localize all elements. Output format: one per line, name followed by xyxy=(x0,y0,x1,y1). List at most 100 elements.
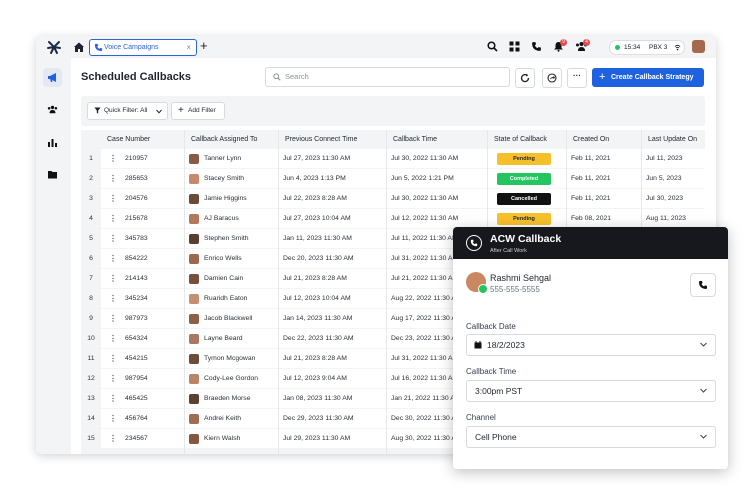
new-tab-button[interactable]: + xyxy=(200,38,208,54)
sidebar-item-reports[interactable] xyxy=(43,133,62,152)
filter-icon xyxy=(94,107,101,114)
cell-created: Feb 11, 2021 xyxy=(571,155,611,162)
row-menu-icon[interactable]: ⋮ xyxy=(109,289,117,309)
cell-prev: Jul 22, 2023 8:28 AM xyxy=(283,195,347,202)
cell-case: 456764 xyxy=(125,415,148,422)
cell-cb: Jul 16, 2022 11:30 AM xyxy=(391,375,459,382)
row-menu-icon[interactable]: ⋮ xyxy=(109,369,117,389)
tab-close-icon[interactable]: × xyxy=(186,40,191,55)
call-button[interactable] xyxy=(690,273,716,297)
status-pill[interactable]: 15:34 PBX 3 xyxy=(609,40,685,55)
cell-updated: Aug 11, 2023 xyxy=(646,215,686,222)
column-header[interactable]: State of Callback xyxy=(494,130,547,149)
cell-agent: Jacob Blackwell xyxy=(204,315,253,322)
add-filter-label: Add Filter xyxy=(188,107,216,114)
cell-case: 987954 xyxy=(125,375,148,382)
add-filter-button[interactable]: + Add Filter xyxy=(171,102,225,120)
cell-case: 854222 xyxy=(125,255,148,262)
column-header[interactable]: Previous Connect Time xyxy=(285,130,357,149)
panel-header: ACW Callback After Call Work xyxy=(453,227,728,259)
filter-bar: Quick Filter: All + Add Filter xyxy=(81,96,705,126)
sidebar-item-files[interactable] xyxy=(43,165,62,184)
row-number: 14 xyxy=(87,415,95,422)
row-menu-icon[interactable]: ⋮ xyxy=(109,389,117,409)
row-menu-icon[interactable]: ⋮ xyxy=(109,229,117,249)
callback-time-value: 3:00pm PST xyxy=(475,386,523,396)
agent-avatar xyxy=(189,274,199,284)
cell-created: Feb 08, 2021 xyxy=(571,215,612,222)
cell-updated: Jul 30, 2023 xyxy=(646,195,684,202)
row-menu-icon[interactable]: ⋮ xyxy=(109,329,117,349)
online-status-dot xyxy=(478,284,488,294)
share-button[interactable] xyxy=(542,68,562,88)
cell-cb: Jul 12, 2022 11:30 AM xyxy=(391,215,459,222)
cell-case: 285653 xyxy=(125,175,148,182)
chevron-down-icon xyxy=(700,342,707,347)
column-header[interactable]: Last Update On xyxy=(648,130,697,149)
row-menu-icon[interactable]: ⋮ xyxy=(109,309,117,329)
row-number: 2 xyxy=(89,175,93,182)
row-menu-icon[interactable]: ⋮ xyxy=(109,349,117,369)
table-row[interactable]: 2 ⋮ 285653 Stacey Smith Jun 4, 2023 1:13 PM J… xyxy=(81,169,705,189)
cell-case: 214143 xyxy=(125,275,148,282)
search-icon[interactable] xyxy=(487,41,498,52)
cell-cb: Jul 31, 2022 11:30 AM xyxy=(391,255,459,262)
cell-cb: Dec 23, 2022 11:30 AM xyxy=(391,335,462,342)
callback-time-select[interactable]: 3:00pm PST xyxy=(466,380,716,402)
bar-chart-icon xyxy=(48,139,57,147)
refresh-button[interactable] xyxy=(515,68,535,88)
column-header[interactable]: Created On xyxy=(573,130,609,149)
user-avatar[interactable] xyxy=(692,40,705,53)
agent-avatar xyxy=(189,234,199,244)
row-menu-icon[interactable]: ⋮ xyxy=(109,269,117,289)
cell-case: 234567 xyxy=(125,435,148,442)
tab-voice-campaigns[interactable]: Voice Campaigns × xyxy=(89,39,197,56)
row-menu-icon[interactable]: ⋮ xyxy=(109,249,117,269)
table-row[interactable]: 3 ⋮ 204576 Jamie Higgins Jul 22, 2023 8:28 A… xyxy=(81,189,705,209)
home-icon[interactable] xyxy=(73,41,85,53)
table-row[interactable]: 1 ⋮ 210957 Tanner Lynn Jul 27, 2023 11:30 AM… xyxy=(81,149,705,169)
more-options-button[interactable]: ··· xyxy=(567,68,587,88)
phone-icon[interactable] xyxy=(531,41,542,52)
team-icon xyxy=(47,105,58,114)
channel-select[interactable]: Cell Phone xyxy=(466,426,716,448)
cell-created: Feb 11, 2021 xyxy=(571,195,611,202)
cell-agent: Stephen Smith xyxy=(204,235,249,242)
agent-avatar xyxy=(189,214,199,224)
quick-filter-dropdown[interactable]: Quick Filter: All xyxy=(87,102,168,120)
cell-case: 465425 xyxy=(125,395,148,402)
row-menu-icon[interactable]: ⋮ xyxy=(109,209,117,229)
row-menu-icon[interactable]: ⋮ xyxy=(109,189,117,209)
callback-date-field[interactable]: 18/2/2023 xyxy=(466,334,716,356)
cell-agent: Cody-Lee Gordon xyxy=(204,375,259,382)
search-input[interactable]: Search xyxy=(265,67,510,87)
apps-grid-icon[interactable] xyxy=(509,41,520,52)
column-divider xyxy=(184,130,185,454)
cell-cb: Jul 11, 2022 11:30 AM xyxy=(391,235,458,242)
search-icon xyxy=(273,73,281,81)
table-row[interactable]: 4 ⋮ 215678 AJ Baracus Jul 27, 2023 10:04 AM J… xyxy=(81,209,705,229)
chevron-down-icon xyxy=(700,434,707,439)
cell-agent: Layne Beard xyxy=(204,335,243,342)
status-badge: Cancelled xyxy=(497,193,551,205)
online-status-dot xyxy=(615,45,620,50)
cell-cb: Jun 5, 2022 1:21 PM xyxy=(391,175,454,182)
column-header[interactable]: Callback Assigned To xyxy=(191,130,257,149)
cell-cb: Jan 21, 2022 11:30 AM xyxy=(391,395,461,402)
cell-case: 345783 xyxy=(125,235,148,242)
column-header[interactable]: Case Number xyxy=(107,130,150,149)
wifi-icon xyxy=(674,44,681,51)
cell-cb: Aug 22, 2022 11:30 AM xyxy=(391,295,462,302)
column-header[interactable]: Callback Time xyxy=(393,130,437,149)
phone-icon xyxy=(466,235,482,251)
row-menu-icon[interactable]: ⋮ xyxy=(109,169,117,189)
status-badge: Pending xyxy=(497,153,551,165)
sidebar-item-team[interactable] xyxy=(43,100,62,119)
row-number: 3 xyxy=(89,195,93,202)
sidebar-item-campaigns[interactable] xyxy=(43,68,62,87)
row-menu-icon[interactable]: ⋮ xyxy=(109,429,117,449)
row-number: 13 xyxy=(87,395,95,402)
row-menu-icon[interactable]: ⋮ xyxy=(109,149,117,169)
create-callback-strategy-button[interactable]: + Create Callback Strategy xyxy=(592,68,704,87)
row-menu-icon[interactable]: ⋮ xyxy=(109,409,117,429)
